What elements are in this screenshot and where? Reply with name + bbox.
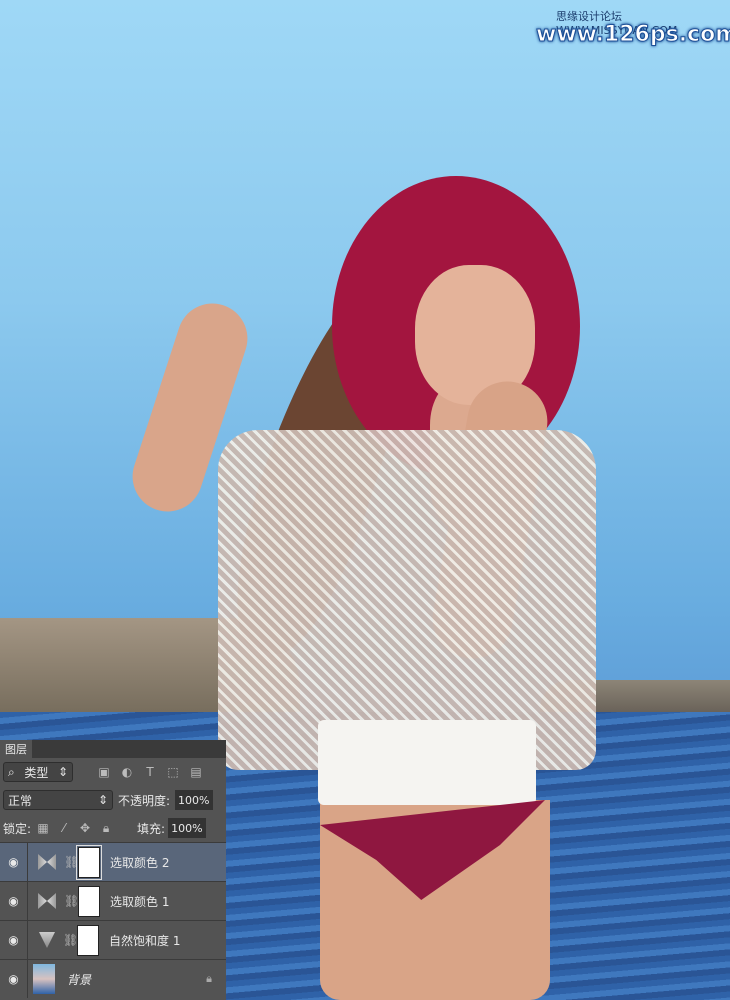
filter-select[interactable]: ⌕ 类型 ⇕: [3, 762, 73, 782]
adjustment-icon[interactable]: ◐: [118, 765, 136, 779]
eye-icon[interactable]: ◉: [0, 921, 28, 959]
blend-mode-value: 正常: [8, 793, 33, 808]
layer-mask-thumbnail[interactable]: [76, 844, 102, 880]
opacity-input[interactable]: 100%: [175, 790, 214, 810]
link-icon[interactable]: ⛓: [63, 933, 78, 947]
image-icon[interactable]: ▣: [95, 765, 113, 779]
link-icon[interactable]: ⛓: [64, 855, 79, 869]
layer-name: 背景: [67, 972, 92, 987]
eye-icon[interactable]: ◉: [0, 843, 28, 881]
layer-name: 选取颜色 1: [110, 894, 170, 909]
fill-input[interactable]: 100%: [168, 818, 207, 838]
lock-all-icon[interactable]: 🔒︎: [97, 821, 115, 836]
layers-panel: 图层 ⌕ 类型 ⇕ ▣ ◐ T ⬚ ▤ 正常 ⇕ 不透明度: 100% 锁定: ▦ ⁄…: [0, 740, 226, 1000]
layer-mask-thumbnail[interactable]: [78, 885, 100, 917]
layer-name: 选取颜色 2: [110, 855, 170, 870]
filter-value: 类型: [24, 765, 49, 780]
layer-vibrance-1[interactable]: ◉ ⛓ 自然饱和度 1: [0, 920, 226, 959]
blend-mode-select[interactable]: 正常 ⇕: [3, 790, 113, 810]
layer-selective-color-2[interactable]: ◉ ⛓ 选取颜色 2: [0, 842, 226, 881]
lock-move-icon[interactable]: ✥: [76, 821, 94, 835]
lock-brush-icon[interactable]: ⁄: [55, 821, 73, 835]
selective-color-icon: [38, 854, 56, 870]
tab-layers[interactable]: 图层: [0, 740, 32, 758]
layer-background[interactable]: ◉ 背景 🔒︎: [0, 959, 226, 998]
layer-mask-thumbnail[interactable]: [77, 924, 99, 956]
shape-icon[interactable]: ⬚: [164, 765, 182, 779]
eye-icon[interactable]: ◉: [0, 960, 28, 998]
type-icon[interactable]: T: [141, 765, 159, 779]
search-icon: ⌕: [8, 764, 15, 779]
updown-icon: ⇕: [57, 765, 68, 779]
lock-icon: 🔒︎: [206, 972, 212, 985]
link-icon[interactable]: ⛓: [64, 894, 79, 908]
layer-thumbnail: [33, 964, 55, 994]
opacity-label: 不透明度:: [118, 793, 171, 808]
selective-color-icon: [38, 893, 56, 909]
mesh-top: [218, 430, 596, 770]
layer-name: 自然饱和度 1: [109, 933, 181, 948]
watermark-site: www.126ps.com: [535, 22, 730, 48]
updown-icon: ⇕: [97, 793, 108, 807]
fill-label: 填充:: [137, 821, 166, 836]
top-band: [318, 720, 536, 805]
layer-selective-color-1[interactable]: ◉ ⛓ 选取颜色 1: [0, 881, 226, 920]
lock-label: 锁定:: [3, 821, 32, 836]
lock-transparent-icon[interactable]: ▦: [34, 821, 52, 835]
vibrance-icon: [39, 932, 55, 948]
smart-object-icon[interactable]: ▤: [187, 765, 205, 779]
eye-icon[interactable]: ◉: [0, 882, 28, 920]
